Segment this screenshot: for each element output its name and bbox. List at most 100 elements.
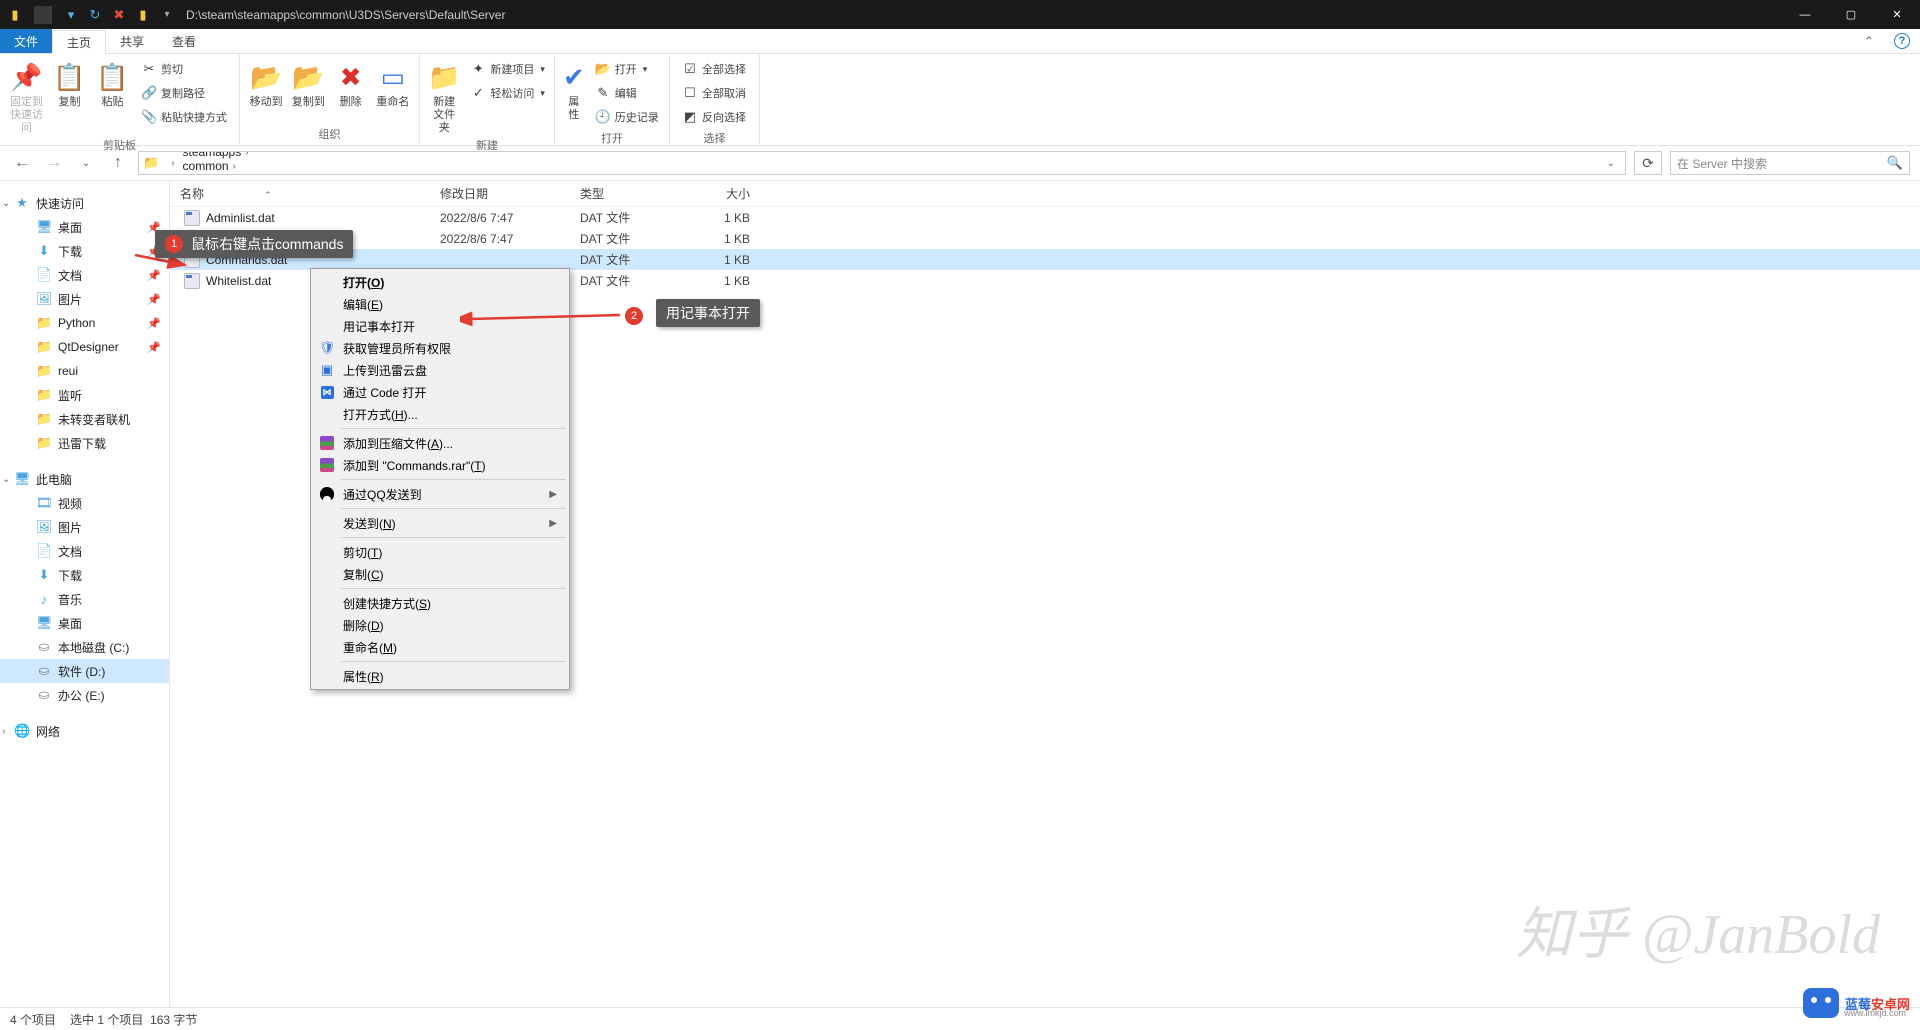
sidebar-item[interactable]: 📁Python📌: [0, 311, 169, 335]
tab-share[interactable]: 共享: [106, 29, 158, 53]
context-menu-item[interactable]: 删除(D): [313, 614, 567, 636]
sidebar-item[interactable]: ⛀本地磁盘 (C:): [0, 635, 169, 659]
sidebar-item[interactable]: ⛀软件 (D:): [0, 659, 169, 683]
annotation-badge-2: 2: [625, 307, 643, 325]
annotation-callout-1: 1鼠标右键点击commands: [155, 230, 353, 258]
folder-icon: ▮: [6, 6, 24, 24]
file-row[interactable]: Commands.datDAT 文件1 KB: [170, 249, 1920, 270]
context-menu-item[interactable]: 添加到 "Commands.rar"(T): [313, 454, 567, 476]
copypath-button[interactable]: 🔗复制路径: [137, 82, 231, 104]
sidebar-item[interactable]: 📁QtDesigner📌: [0, 335, 169, 359]
sidebar-item[interactable]: ⬇下载: [0, 563, 169, 587]
context-menu-item[interactable]: 打开(O): [313, 271, 567, 293]
paste-button[interactable]: 📋粘贴: [94, 58, 131, 109]
rename-button[interactable]: ▭重命名: [375, 58, 411, 109]
context-menu-item[interactable]: 打开方式(H)...: [313, 403, 567, 425]
ribbon: 📌固定到 快速访问 📋复制 📋粘贴 ✂剪切 🔗复制路径 📎粘贴快捷方式 剪贴板 …: [0, 54, 1920, 146]
moveto-button[interactable]: 📂移动到: [248, 58, 284, 109]
context-menu-item[interactable]: ⋈通过 Code 打开: [313, 381, 567, 403]
context-menu-item[interactable]: 发送到(N)▶: [313, 512, 567, 534]
sidebar-item[interactable]: 📁未转变者联机: [0, 407, 169, 431]
menu-tabs: 文件 主页 共享 查看 ⌃ ?: [0, 29, 1920, 54]
search-input[interactable]: 在 Server 中搜索🔍: [1670, 151, 1910, 175]
address-dropdown[interactable]: ⌄: [1601, 158, 1621, 169]
file-row[interactable]: Blacklist.dat2022/8/6 7:47DAT 文件1 KB: [170, 228, 1920, 249]
copyto-button[interactable]: 📂复制到: [290, 58, 326, 109]
history-button[interactable]: 🕘历史记录: [591, 106, 663, 128]
sidebar-item[interactable]: 📁迅雷下载: [0, 431, 169, 455]
sort-indicator: ⌃: [264, 190, 272, 200]
sidebar-item[interactable]: 📁监听: [0, 383, 169, 407]
context-menu-item[interactable]: 创建快捷方式(S): [313, 592, 567, 614]
sidebar-thispc[interactable]: ⌄🖥此电脑: [0, 467, 169, 491]
sidebar-quickaccess[interactable]: ⌄★快速访问: [0, 191, 169, 215]
sidebar-item[interactable]: 🎞视频: [0, 491, 169, 515]
file-icon: [184, 210, 200, 226]
properties-button[interactable]: ✔属性: [563, 58, 585, 122]
pin-quickaccess[interactable]: 📌固定到 快速访问: [8, 58, 45, 135]
easyaccess-button[interactable]: ✓轻松访问▾: [466, 82, 549, 104]
newitem-button[interactable]: ✦新建项目▾: [466, 58, 549, 80]
sidebar-item[interactable]: 🖼图片📌: [0, 287, 169, 311]
qat-dropdown[interactable]: ▾: [158, 6, 176, 24]
ribbon-collapse[interactable]: ⌃: [1854, 29, 1884, 53]
copy-button[interactable]: 📋复制: [51, 58, 88, 109]
brand-logo-icon: [1803, 988, 1839, 1018]
address-bar[interactable]: 📁 › 此电脑›软件 (D:)›steam›steamapps›common›U…: [138, 151, 1626, 175]
sidebar-item[interactable]: 🖼图片: [0, 515, 169, 539]
qat-btn[interactable]: ✖: [110, 6, 128, 24]
submenu-icon: ▶: [549, 518, 557, 529]
qat-btn[interactable]: ▾: [62, 6, 80, 24]
column-headers[interactable]: 名称⌃ 修改日期 类型 大小: [170, 181, 1920, 207]
context-menu-item[interactable]: 重命名(M): [313, 636, 567, 658]
file-row[interactable]: Adminlist.dat2022/8/6 7:47DAT 文件1 KB: [170, 207, 1920, 228]
context-menu-item[interactable]: 🛡获取管理员所有权限: [313, 337, 567, 359]
help-button[interactable]: ?: [1894, 33, 1910, 49]
window-title: D:\steam\steamapps\common\U3DS\Servers\D…: [182, 8, 1782, 22]
open-button[interactable]: 📂打开▾: [591, 58, 663, 80]
pin-icon: 📌: [147, 293, 161, 306]
minimize-button[interactable]: —: [1782, 0, 1828, 29]
delete-button[interactable]: ✖删除: [333, 58, 369, 109]
folder-icon: 📁: [143, 155, 159, 171]
annotation-callout-2: 用记事本打开: [656, 299, 760, 327]
tab-view[interactable]: 查看: [158, 29, 210, 53]
brand-watermark: 蓝莓安卓网 www.lmkjd.com: [1803, 988, 1910, 1018]
selectnone-button[interactable]: ☐全部取消: [678, 82, 750, 104]
paste-shortcut-button[interactable]: 📎粘贴快捷方式: [137, 106, 231, 128]
edit-button[interactable]: ✎编辑: [591, 82, 663, 104]
selectall-button[interactable]: ☑全部选择: [678, 58, 750, 80]
breadcrumb[interactable]: common›: [179, 159, 253, 173]
context-menu-item[interactable]: 添加到压缩文件(A)...: [313, 432, 567, 454]
qat-btn[interactable]: ↻: [86, 6, 104, 24]
sidebar-network[interactable]: ›🌐网络: [0, 719, 169, 743]
status-selection: 选中 1 个项目 163 字节: [70, 1011, 197, 1028]
titlebar: ▮ ▾ ↻ ✖ ▮ ▾ D:\steam\steamapps\common\U3…: [0, 0, 1920, 29]
context-menu-item[interactable]: 复制(C): [313, 563, 567, 585]
sidebar-item[interactable]: ♪音乐: [0, 587, 169, 611]
maximize-button[interactable]: ▢: [1828, 0, 1874, 29]
sidebar-item[interactable]: ⛀办公 (E:): [0, 683, 169, 707]
context-menu-item[interactable]: ▣上传到迅雷云盘: [313, 359, 567, 381]
tab-home[interactable]: 主页: [52, 30, 106, 54]
context-menu-item[interactable]: 属性(R): [313, 665, 567, 687]
cut-button[interactable]: ✂剪切: [137, 58, 231, 80]
refresh-button[interactable]: ⟳: [1634, 151, 1662, 175]
tab-file[interactable]: 文件: [0, 29, 52, 53]
qat-btn[interactable]: ▮: [134, 6, 152, 24]
context-menu: 打开(O)编辑(E)用记事本打开🛡获取管理员所有权限▣上传到迅雷云盘⋈通过 Co…: [310, 268, 570, 690]
sidebar-item[interactable]: 📄文档: [0, 539, 169, 563]
submenu-icon: ▶: [549, 489, 557, 500]
context-menu-item[interactable]: 通过QQ发送到▶: [313, 483, 567, 505]
status-item-count: 4 个项目: [10, 1011, 56, 1028]
close-button[interactable]: ✕: [1874, 0, 1920, 29]
sidebar-item[interactable]: 📁reui: [0, 359, 169, 383]
newfolder-button[interactable]: 📁新建 文件夹: [428, 58, 460, 135]
context-menu-item[interactable]: 剪切(T): [313, 541, 567, 563]
sidebar-item[interactable]: 🖥桌面: [0, 611, 169, 635]
annotation-arrow: [460, 309, 630, 329]
pin-icon: 📌: [147, 317, 161, 330]
invertsel-button[interactable]: ◩反向选择: [678, 106, 750, 128]
pin-icon: 📌: [147, 341, 161, 354]
breadcrumb[interactable]: U3DS›: [179, 173, 253, 175]
